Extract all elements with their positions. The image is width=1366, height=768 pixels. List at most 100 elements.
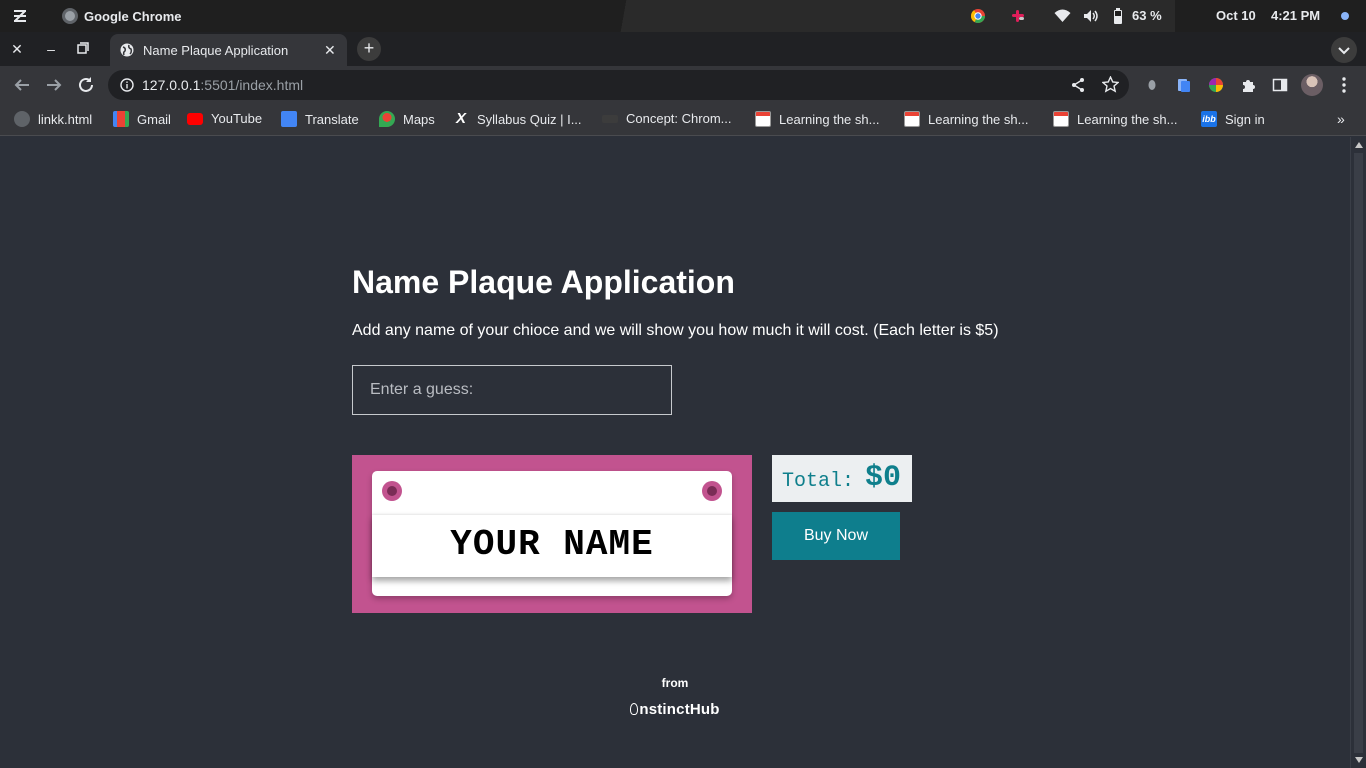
system-time[interactable]: 4:21 PM [1271,8,1320,23]
window-close-button[interactable]: ✕ [8,40,26,58]
footer-brand-logo[interactable]: nstinctHub [0,701,1350,718]
site-info-icon[interactable] [120,78,134,92]
chrome-app-icon [62,8,78,24]
bookmark-label: Translate [305,111,359,127]
bookmark-item[interactable]: X Syllabus Quiz | I... [453,111,582,127]
bookmark-item[interactable]: Maps [379,111,435,127]
bookmark-item[interactable]: Learning the sh... [755,111,879,127]
forward-arrow-icon[interactable] [45,76,63,94]
bookmark-item[interactable]: Learning the sh... [904,111,1028,127]
screw-icon [702,481,722,501]
bookmark-item[interactable]: ibb Sign in [1201,111,1265,127]
tab-strip: ✕ – Name Plaque Application ✕ + [0,32,1366,66]
maps-icon [379,111,395,127]
youtube-icon [187,112,203,125]
name-plaque: YOUR NAME [372,471,732,596]
lightbulb-icon [630,703,639,715]
active-app-name: Google Chrome [84,8,182,24]
bookmark-label: Concept: Chrom... [626,111,732,126]
os-top-bar: Google Chrome 63 % Oct 10 4:21 PM [0,0,1366,32]
bookmark-item[interactable]: linkk.html [14,111,92,127]
scrollbar-thumb[interactable] [1354,153,1363,753]
gmail-icon [113,111,129,127]
extension-docs-icon[interactable] [1176,77,1192,93]
plaque-name-text: YOUR NAME [450,524,654,565]
restore-icon [77,42,89,54]
bookmark-label: Learning the sh... [779,111,880,127]
browser-toolbar: 127.0.0.1:5501/index.html [0,66,1366,104]
scroll-down-arrow-icon[interactable] [1355,757,1363,763]
bookmark-item[interactable]: YouTube [187,111,262,126]
bookmark-label: YouTube [211,111,263,126]
bookmark-item[interactable]: Translate [281,111,359,127]
extensions-puzzle-icon[interactable] [1240,77,1256,93]
reload-icon[interactable] [77,76,95,94]
active-app: Google Chrome [62,8,182,24]
url-host: 127.0.0.1 [142,77,201,93]
bookmark-label: Syllabus Quiz | I... [477,111,582,127]
bookmark-label: Sign in [1225,111,1265,127]
screw-icon [382,481,402,501]
bookmark-item[interactable]: Learning the sh... [1053,111,1177,127]
buy-now-button[interactable]: Buy Now [772,512,900,560]
url-text[interactable]: 127.0.0.1:5501/index.html [142,77,303,93]
page-scrollbar[interactable] [1350,137,1366,768]
window-restore-button[interactable] [74,40,92,58]
total-label: Total: [782,470,855,493]
brand-name: nstinctHub [639,701,720,718]
doc-icon [904,111,920,127]
back-arrow-icon[interactable] [13,76,31,94]
address-bar[interactable]: 127.0.0.1:5501/index.html [108,70,1129,100]
bookmark-label: Gmail [137,111,171,127]
extension-mic-icon[interactable] [1144,77,1160,93]
total-display: Total: $0 [772,455,912,502]
x-icon: X [455,110,466,127]
side-panel-icon[interactable] [1272,77,1288,93]
bookmark-label: Learning the sh... [928,111,1029,127]
extension-color-icon[interactable] [1208,77,1224,93]
chrome-tray-icon[interactable] [970,8,986,24]
window-minimize-button[interactable]: – [42,40,60,58]
bookmark-label: Learning the sh... [1077,111,1178,127]
share-icon[interactable] [1070,77,1086,93]
footer-from-label: from [661,676,689,690]
system-date[interactable]: Oct 10 [1216,8,1256,23]
ibb-icon: ibb [1201,111,1217,127]
bookmark-label: Maps [403,111,435,127]
bookmark-star-icon[interactable] [1102,76,1119,93]
name-input[interactable] [352,365,672,415]
kebab-menu-icon[interactable] [1336,76,1352,94]
tab-active[interactable]: Name Plaque Application ✕ [110,34,347,66]
doc-icon [755,111,771,127]
doc-icon [1053,111,1069,127]
status-dot-icon [1341,12,1349,20]
slack-tray-icon[interactable] [1010,8,1026,24]
new-tab-button[interactable]: + [357,37,381,61]
tab-close-button[interactable]: ✕ [324,42,336,59]
scroll-up-arrow-icon[interactable] [1355,142,1363,148]
page-title: Name Plaque Application [352,264,735,300]
globe-icon [14,111,30,127]
plaque-preview: YOUR NAME [352,455,752,613]
total-amount: $0 [865,461,902,495]
bookmarks-bar: linkk.html Gmail YouTube Translate Maps … [0,104,1366,136]
launcher-icon[interactable] [12,8,28,24]
globe-icon [120,43,134,57]
bookmark-label: linkk.html [38,111,93,127]
bookmarks-overflow-button[interactable]: » [1337,111,1345,127]
bookmark-item[interactable]: Gmail [113,111,171,127]
concept-icon [602,114,618,123]
url-path: :5501/index.html [200,77,304,93]
tab-search-button[interactable] [1331,37,1357,63]
tab-title: Name Plaque Application [143,43,289,58]
bookmark-item[interactable]: Concept: Chrom... [602,111,732,126]
battery-icon[interactable] [1113,8,1123,24]
page-description: Add any name of your chioce and we will … [352,322,999,339]
page-content: Name Plaque Application Add any name of … [0,137,1350,768]
profile-avatar[interactable] [1301,74,1323,96]
chevron-down-icon [1338,47,1350,55]
translate-icon [281,111,297,127]
volume-icon[interactable] [1083,8,1099,24]
wifi-icon[interactable] [1054,8,1071,24]
battery-percentage: 63 % [1132,8,1162,23]
